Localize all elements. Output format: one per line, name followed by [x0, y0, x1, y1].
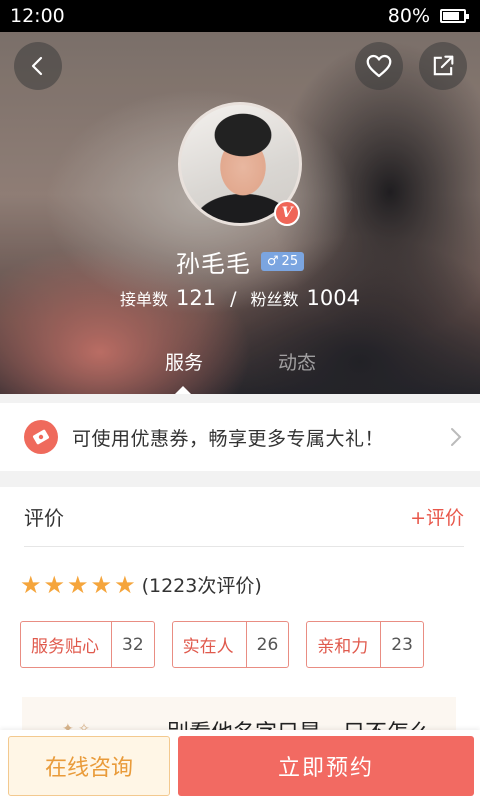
status-bar: 12:00 80% — [0, 0, 480, 32]
review-tag-label: 亲和力 — [307, 622, 382, 667]
fans-count: 1004 — [306, 286, 360, 310]
battery-percent: 80% — [387, 5, 430, 27]
heart-icon — [366, 54, 392, 78]
star-icon: ★ — [43, 570, 66, 599]
male-icon: ♂ — [266, 254, 279, 269]
review-tag-count: 32 — [122, 634, 144, 655]
review-tag-count: 23 — [391, 634, 413, 655]
star-icon: ★ — [90, 570, 113, 599]
reviews-header: 评价 +评价 — [24, 487, 464, 547]
coupon-text: 可使用优惠券，畅享更多专属大礼！ — [72, 427, 385, 450]
profile-name: 孙毛毛 — [175, 250, 251, 278]
star-icon: ★ — [114, 570, 136, 599]
profile-tabs: 服务 动态 — [0, 342, 480, 394]
coupon-banner[interactable]: 可使用优惠券，畅享更多专属大礼！ — [0, 403, 480, 471]
review-tag[interactable]: 亲和力 23 — [306, 621, 424, 668]
coupon-icon — [24, 420, 58, 454]
reviews-title: 评价 — [24, 506, 64, 530]
verified-badge: V — [274, 200, 300, 226]
back-button[interactable] — [14, 42, 62, 90]
gender-age-tag: ♂ 25 — [260, 252, 305, 271]
orders-label: 接单数 — [120, 290, 169, 309]
orders-count: 121 — [176, 286, 217, 310]
battery-fill — [443, 12, 459, 20]
profile-stats: 接单数 121 / 粉丝数 1004 — [0, 286, 480, 310]
status-time: 12:00 — [10, 5, 65, 27]
favorite-button[interactable] — [355, 42, 403, 90]
online-consult-button[interactable]: 在线咨询 — [8, 736, 170, 796]
rating-row: ★ ★ ★ ★ ★ (1223次评价) — [20, 571, 262, 598]
review-tag-count: 26 — [256, 634, 279, 655]
age-value: 25 — [281, 254, 299, 269]
chevron-left-icon — [31, 56, 43, 76]
book-now-button[interactable]: 立即预约 — [178, 736, 474, 796]
share-button[interactable] — [419, 42, 467, 90]
tab-dynamic[interactable]: 动态 — [278, 348, 316, 375]
review-tags: 服务贴心 32 实在人 26 亲和力 23 — [20, 621, 424, 668]
star-icon: ★ — [67, 570, 89, 599]
review-tag[interactable]: 服务贴心 32 — [20, 621, 155, 668]
tab-service[interactable]: 服务 — [165, 348, 203, 375]
battery-icon — [440, 9, 469, 23]
add-review-button[interactable]: +评价 — [410, 503, 464, 530]
star-icon: ★ — [20, 570, 42, 599]
profile-header: V 孙毛毛 ♂ 25 接单数 121 / 粉丝数 1004 服务 动态 — [0, 32, 480, 394]
review-tag-label: 服务贴心 — [21, 622, 112, 667]
active-tab-indicator — [175, 386, 191, 394]
share-icon — [433, 55, 454, 76]
fans-label: 粉丝数 — [250, 290, 299, 309]
bottom-action-bar: 在线咨询 立即预约 — [0, 730, 480, 800]
review-count: (1223次评价) — [141, 575, 262, 597]
review-tag-label: 实在人 — [173, 622, 247, 667]
review-tag[interactable]: 实在人 26 — [171, 621, 290, 668]
chevron-right-icon — [451, 428, 462, 446]
status-right: 80% — [387, 5, 469, 27]
stats-separator: / — [230, 288, 237, 310]
name-row: 孙毛毛 ♂ 25 — [0, 244, 480, 279]
